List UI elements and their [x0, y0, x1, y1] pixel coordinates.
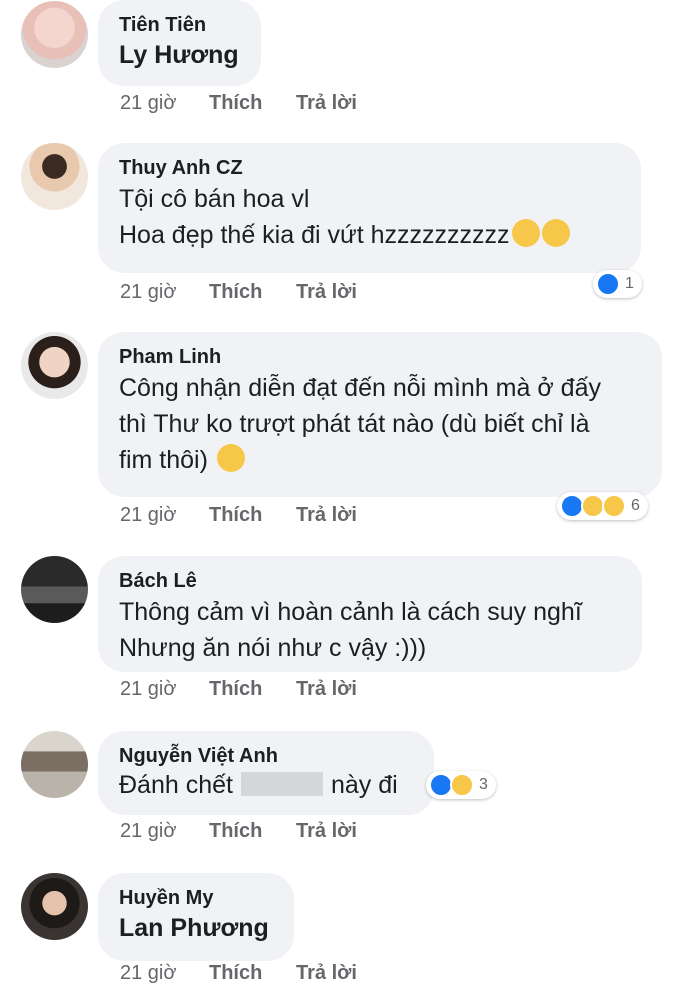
comment-text: fim thôi) — [119, 442, 640, 478]
avatar[interactable] — [21, 873, 88, 940]
reply-button[interactable]: Trả lời — [296, 281, 357, 304]
reply-button[interactable]: Trả lời — [296, 92, 357, 115]
like-reaction-icon — [596, 272, 620, 296]
reaction-count: 3 — [479, 776, 488, 793]
comment-text: Tội cô bán hoa vl — [119, 185, 310, 213]
comment-bubble: Nguyễn Việt Anh Đánh chết này đi — [98, 731, 434, 815]
reaction-summary[interactable]: 6 — [557, 492, 648, 520]
comment-time[interactable]: 21 giờ — [120, 962, 209, 985]
comment-meta: 21 giờ Thích Trả lời — [120, 92, 357, 115]
redacted-text — [240, 772, 323, 796]
comment-text: thì Thư ko trượt phát tát nào (dù biết c… — [119, 410, 590, 438]
reply-button[interactable]: Trả lời — [296, 678, 357, 701]
comment-time[interactable]: 21 giờ — [120, 820, 209, 843]
comment-meta: 21 giờ Thích Trả lời — [120, 504, 357, 527]
comment-author[interactable]: Tiên Tiên — [119, 12, 239, 38]
comment-meta: 21 giờ Thích Trả lời — [120, 678, 357, 701]
avatar[interactable] — [21, 143, 88, 210]
like-button[interactable]: Thích — [209, 281, 296, 304]
comment-time[interactable]: 21 giờ — [120, 92, 209, 115]
like-button[interactable]: Thích — [209, 678, 296, 701]
crying-face-icon — [541, 219, 570, 247]
rofl-emoji-icon — [216, 444, 245, 472]
reply-button[interactable]: Trả lời — [296, 962, 357, 985]
comment-text: Hoa đẹp thế kia đi vứt hzzzzzzzzzz — [119, 217, 619, 253]
comment-bubble: Tiên Tiên Ly Hương — [98, 0, 261, 86]
like-button[interactable]: Thích — [209, 92, 296, 115]
avatar[interactable] — [21, 731, 88, 798]
comment-text: Lan Phương — [119, 914, 269, 942]
comment-author[interactable]: Bách Lê — [119, 568, 620, 594]
comment-bubble: Bách Lê Thông cảm vì hoàn cảnh là cách s… — [98, 556, 642, 672]
reply-button[interactable]: Trả lời — [296, 504, 357, 527]
comment-author[interactable]: Thuy Anh CZ — [119, 155, 619, 181]
avatar[interactable] — [21, 556, 88, 623]
comment-text: Ly Hương — [119, 41, 239, 69]
comment-author[interactable]: Nguyễn Việt Anh — [119, 743, 412, 769]
like-button[interactable]: Thích — [209, 504, 296, 527]
wow-reaction-icon — [602, 494, 626, 518]
reaction-count: 6 — [631, 497, 640, 514]
reply-button[interactable]: Trả lời — [296, 820, 357, 843]
like-button[interactable]: Thích — [209, 962, 296, 985]
comment-bubble: Huyền My Lan Phương — [98, 873, 294, 961]
avatar[interactable] — [21, 332, 88, 399]
comment-time[interactable]: 21 giờ — [120, 678, 209, 701]
comment-meta: 21 giờ Thích Trả lời — [120, 820, 357, 843]
reaction-summary[interactable]: 1 — [593, 270, 642, 298]
comment-text: Nhưng ăn nói như c vậy :))) — [119, 634, 427, 662]
comment-author[interactable]: Pham Linh — [119, 344, 640, 370]
comment-text: Đánh chết này đi — [119, 771, 398, 799]
comment-bubble: Pham Linh Công nhận diễn đạt đến nỗi mìn… — [98, 332, 662, 497]
comment-time[interactable]: 21 giờ — [120, 281, 209, 304]
comment-text: Thông cảm vì hoàn cảnh là cách suy nghĩ — [119, 598, 582, 626]
comment-time[interactable]: 21 giờ — [120, 504, 209, 527]
crying-face-icon — [511, 219, 540, 247]
comment-meta: 21 giờ Thích Trả lời — [120, 962, 357, 985]
reaction-count: 1 — [625, 275, 634, 292]
comment-text: Công nhận diễn đạt đến nỗi mình mà ở đấy — [119, 374, 601, 402]
reaction-summary[interactable]: 3 — [426, 771, 496, 799]
avatar[interactable] — [21, 1, 88, 68]
comment-author[interactable]: Huyền My — [119, 885, 272, 911]
comment-meta: 21 giờ Thích Trả lời — [120, 281, 357, 304]
like-button[interactable]: Thích — [209, 820, 296, 843]
haha-reaction-icon — [450, 773, 474, 797]
comment-bubble: Thuy Anh CZ Tội cô bán hoa vl Hoa đẹp th… — [98, 143, 641, 273]
